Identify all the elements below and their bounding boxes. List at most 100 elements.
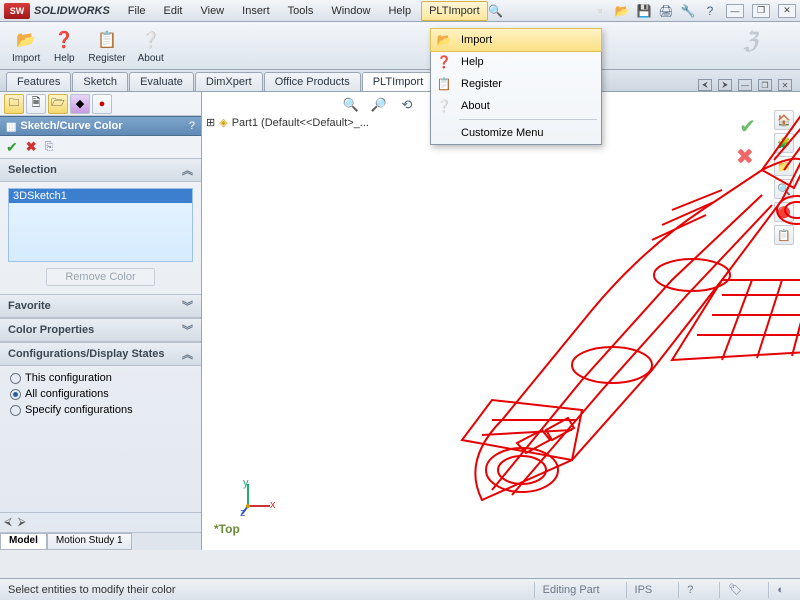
color-properties-header[interactable]: Color Properties︾	[0, 318, 201, 342]
tab-model[interactable]: Model	[0, 533, 47, 550]
print-icon[interactable]: 🖨	[658, 3, 674, 19]
open-icon[interactable]: 📂	[614, 3, 630, 19]
zoom-fit-icon[interactable]: 🔍	[342, 96, 360, 114]
panel-title: ▦ Sketch/Curve Color ?	[0, 116, 201, 136]
view-next-icon[interactable]: ⮞	[718, 79, 732, 91]
tab-dimxpert[interactable]: DimXpert	[195, 72, 263, 91]
clipboard-icon: 📋	[95, 28, 119, 52]
favorite-header[interactable]: Favorite︾	[0, 294, 201, 318]
selection-item[interactable]: 3DSketch1	[9, 189, 192, 203]
folder-icon: 📂	[435, 31, 453, 49]
expand-icon: ︾	[182, 298, 193, 314]
flyout-tree-root[interactable]: ⊞ ◈ Part1 (Default<<Default>_...	[206, 116, 369, 129]
tab-motion-study[interactable]: Motion Study 1	[47, 533, 132, 550]
menu-help[interactable]: Help	[380, 1, 419, 21]
window-close-icon[interactable]: ✕	[778, 79, 792, 91]
menu-item-help[interactable]: ❓Help	[431, 51, 601, 73]
menu-item-import[interactable]: 📂Import	[430, 28, 602, 52]
folder-icon: 📂	[14, 28, 38, 52]
ok-icon[interactable]: ✔	[6, 139, 18, 156]
collapse-icon: ︽	[182, 346, 193, 362]
close-button[interactable]: ✕	[778, 4, 796, 18]
toolbar-import-button[interactable]: 📂Import	[6, 26, 46, 66]
menu-separator	[459, 119, 597, 120]
menu-view[interactable]: View	[192, 1, 232, 21]
title-bar: SW SOLIDWORKS File Edit View Insert Tool…	[0, 0, 800, 22]
menu-pltimport[interactable]: PLTImport	[421, 1, 488, 21]
feature-manager-panel: 🗀 🗎 🗁 ◆ ● ▦ Sketch/Curve Color ? ✔ ✖ ⎘ S…	[0, 92, 202, 550]
help-icon[interactable]: ?	[702, 3, 718, 19]
menu-bar: File Edit View Insert Tools Window Help …	[120, 1, 488, 21]
cancel-icon[interactable]: ✖	[26, 139, 37, 155]
tab-evaluate[interactable]: Evaluate	[129, 72, 194, 91]
panel-bottom-icons: ⮘ ⮚	[0, 512, 201, 532]
status-bar: Select entities to modify their color Ed…	[0, 578, 800, 600]
expand-plus-icon[interactable]: ⊞	[206, 116, 215, 129]
menu-window[interactable]: Window	[323, 1, 378, 21]
view-orientation-icon[interactable]: ⟲	[398, 96, 416, 114]
dimxpert-manager-icon[interactable]: ◆	[70, 94, 90, 114]
menu-file[interactable]: File	[120, 1, 154, 21]
tab-pltimport[interactable]: PLTImport	[362, 72, 435, 91]
menu-insert[interactable]: Insert	[234, 1, 278, 21]
menu-item-register[interactable]: 📋Register	[431, 73, 601, 95]
view-prev-icon[interactable]: ⮜	[698, 79, 712, 91]
maximize-button[interactable]: ❐	[752, 4, 770, 18]
main-area: 🗀 🗎 🗁 ◆ ● ▦ Sketch/Curve Color ? ✔ ✖ ⎘ S…	[0, 92, 800, 550]
confirm-row: ✔ ✖ ⎘	[0, 136, 201, 158]
collapse-icon: ︽	[182, 162, 193, 178]
svg-text:x: x	[270, 499, 276, 511]
command-manager-tabs: Features Sketch Evaluate DimXpert Office…	[0, 70, 800, 92]
panel-help-button[interactable]: ?	[189, 120, 195, 132]
view-label: *Top	[214, 522, 240, 536]
zoom-area-icon[interactable]: 🔎	[370, 96, 388, 114]
solidworks-logo-icon: SW	[4, 3, 30, 19]
search-icon[interactable]: 🔍	[488, 3, 504, 19]
radio-this-config[interactable]: This configuration	[0, 370, 201, 386]
help-icon: ❓	[435, 53, 453, 71]
menu-edit[interactable]: Edit	[156, 1, 191, 21]
tab-office-products[interactable]: Office Products	[264, 72, 361, 91]
bottom-tab-row: Model Motion Study 1	[0, 532, 201, 550]
radio-all-config[interactable]: All configurations	[0, 386, 201, 402]
save-icon[interactable]: 💾	[636, 3, 652, 19]
main-toolbar: 📂Import ❓Help 📋Register ❔About ℨ	[0, 22, 800, 70]
orientation-triad[interactable]: x y z	[240, 480, 276, 516]
help-bubble-icon: ❓	[52, 28, 76, 52]
graphics-viewport[interactable]: 🔍 🔎 ⟲ ▭ ⊞ ◈ Part1 (Default<<Default>_...…	[202, 92, 800, 550]
scroll-left-icon[interactable]: ⮘	[4, 516, 12, 529]
tab-sketch[interactable]: Sketch	[72, 72, 128, 91]
menu-item-customize[interactable]: Customize Menu	[431, 122, 601, 144]
toolbar-about-button[interactable]: ❔About	[132, 26, 170, 66]
app-title: SOLIDWORKS	[34, 5, 110, 17]
selection-list[interactable]: 3DSketch1	[8, 188, 193, 262]
palette-icon: ▦	[6, 120, 16, 133]
feature-tree-icon[interactable]: 🗀	[4, 94, 24, 114]
minimize-button[interactable]: —	[726, 4, 744, 18]
radio-specify-config[interactable]: Specify configurations	[0, 402, 201, 418]
menu-item-about[interactable]: ❔About	[431, 95, 601, 117]
options-icon[interactable]: 🔧	[680, 3, 696, 19]
new-icon[interactable]: ▫️	[592, 3, 608, 19]
scroll-right-icon[interactable]: ⮚	[18, 516, 26, 529]
tab-features[interactable]: Features	[6, 72, 71, 91]
config-manager-icon[interactable]: 🗁	[48, 94, 68, 114]
status-help-icon[interactable]: ?	[678, 582, 701, 598]
status-units[interactable]: IPS	[626, 582, 661, 598]
selection-header[interactable]: Selection︽	[0, 158, 201, 182]
window-restore-icon[interactable]: ❐	[758, 79, 772, 91]
display-manager-icon[interactable]: ●	[92, 94, 112, 114]
window-minimize-icon[interactable]: —	[738, 79, 752, 91]
status-rebuild-icon[interactable]: ◐	[768, 582, 792, 598]
menu-tools[interactable]: Tools	[280, 1, 322, 21]
status-tag-icon[interactable]: 🏷	[719, 582, 750, 598]
part-icon: ◈	[219, 116, 227, 129]
config-header[interactable]: Configurations/Display States︽	[0, 342, 201, 366]
svg-text:y: y	[243, 480, 249, 489]
pushpin-icon[interactable]: ⎘	[45, 141, 54, 154]
wireframe-model	[422, 100, 800, 530]
toolbar-help-button[interactable]: ❓Help	[46, 26, 82, 66]
info-icon: ❔	[435, 97, 453, 115]
property-manager-icon[interactable]: 🗎	[26, 94, 46, 114]
toolbar-register-button[interactable]: 📋Register	[82, 26, 131, 66]
